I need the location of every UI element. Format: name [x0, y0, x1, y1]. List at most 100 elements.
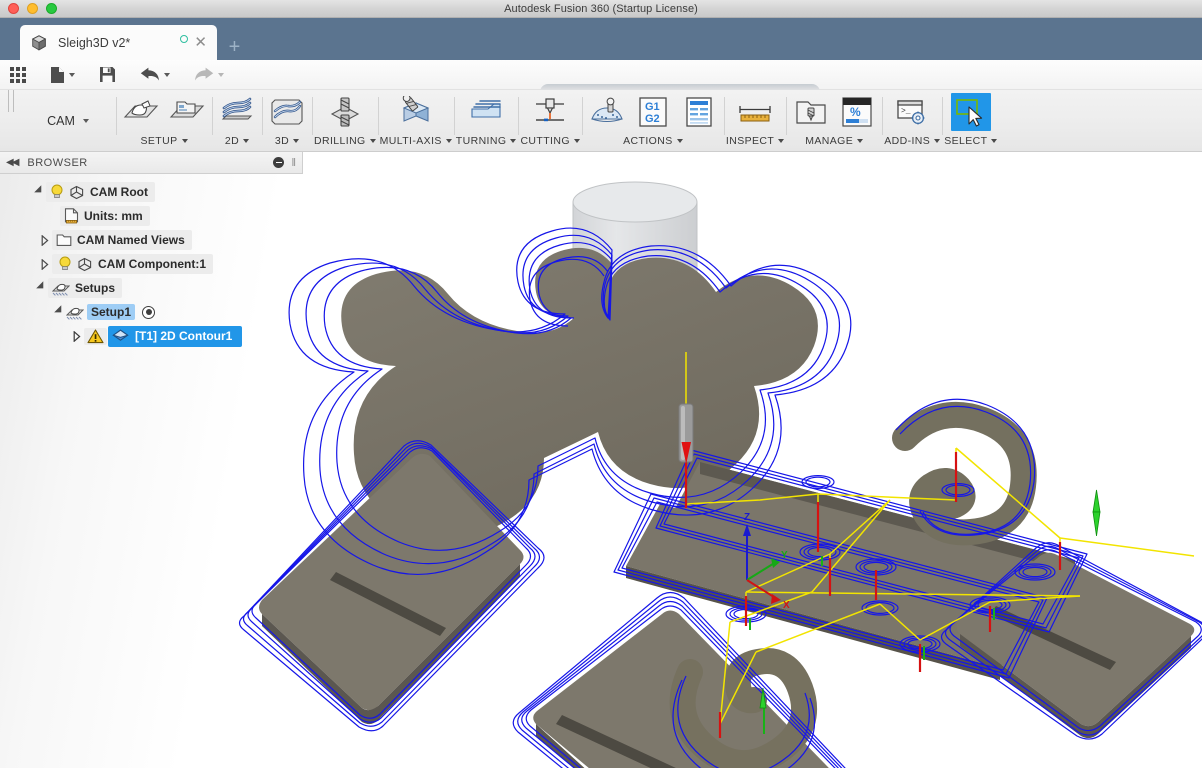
ribbon-panel-turning-label[interactable]: TURNING: [456, 132, 517, 150]
setup-folder-icon: [52, 283, 70, 296]
folder-icon: [56, 234, 72, 246]
select-cursor-icon: [956, 99, 982, 127]
chevron-down-icon: [164, 72, 170, 77]
close-tab-button[interactable]: ✕: [192, 35, 209, 50]
collapse-browser-icon[interactable]: ◀◀: [6, 157, 19, 168]
light-bulb-icon[interactable]: [58, 256, 72, 272]
units-document-icon: [64, 208, 79, 224]
ribbon-panel-cutting-label[interactable]: CUTTING: [520, 132, 580, 150]
chevron-down-icon: [181, 139, 188, 143]
component-icon: [70, 185, 84, 199]
cutting-button[interactable]: [527, 92, 573, 132]
chevron-down-icon: [934, 139, 941, 143]
ribbon-panel-cutting: CUTTING: [518, 90, 581, 151]
drilling-icon: [330, 97, 359, 127]
simulate-button[interactable]: [584, 92, 630, 132]
document-tab[interactable]: Sleigh3D v2* ✕: [20, 25, 217, 60]
machining-time-button[interactable]: %: [834, 92, 880, 132]
expand-twisty-icon[interactable]: [52, 300, 66, 324]
tree-item-setup1[interactable]: Setup1: [0, 300, 303, 324]
post-process-button[interactable]: G1 G2: [630, 92, 676, 132]
tree-item-cam-component-1[interactable]: CAM Component:1: [0, 252, 303, 276]
browser-title: BROWSER: [27, 156, 88, 169]
ribbon-panel-inspect-label[interactable]: INSPECT: [726, 132, 785, 150]
redo-button[interactable]: [187, 61, 231, 89]
tree-label: CAM Component:1: [98, 257, 206, 271]
tool-library-button[interactable]: [788, 92, 834, 132]
simulate-icon: [591, 97, 623, 122]
ribbon-panel-actions-label[interactable]: ACTIONS: [623, 132, 683, 150]
chevron-down-icon: [778, 139, 785, 143]
ribbon-panel-3d-label[interactable]: 3D: [275, 132, 300, 150]
window-title: Autodesk Fusion 360 (Startup License): [504, 2, 698, 15]
active-setup-radio-icon[interactable]: [142, 305, 156, 319]
expand-twisty-icon[interactable]: [38, 228, 52, 252]
ribbon-panel-multiaxis: MULTI-AXIS: [377, 90, 454, 151]
tree-item-setups[interactable]: Setups: [0, 276, 303, 300]
ribbon-panel-multiaxis-label[interactable]: MULTI-AXIS: [380, 132, 452, 150]
browser-resize-grip[interactable]: ‖: [291, 157, 296, 169]
browser-tree: CAM Root Units: mm CAM Named Views CAM C…: [0, 174, 303, 348]
workspace-selector[interactable]: CAM: [20, 90, 116, 151]
light-bulb-icon[interactable]: [50, 184, 64, 200]
tree-label: Setup1: [91, 305, 132, 319]
ribbon-panel-setup-label[interactable]: SETUP: [140, 132, 188, 150]
setup-sheet-icon: [686, 97, 712, 127]
browser-header: ◀◀ BROWSER ‖: [0, 152, 303, 174]
chevron-down-icon: [293, 139, 300, 143]
tree-item-units[interactable]: Units: mm: [0, 204, 303, 228]
new-tab-button[interactable]: +: [220, 32, 249, 62]
expand-twisty-icon[interactable]: [32, 180, 46, 204]
turning-button[interactable]: [463, 92, 509, 132]
app-grid-button[interactable]: [0, 61, 33, 89]
expand-twisty-icon[interactable]: [70, 324, 84, 348]
save-button[interactable]: [92, 61, 123, 89]
tree-item-cam-root[interactable]: CAM Root: [0, 180, 303, 204]
ribbon-panel-manage-label[interactable]: MANAGE: [805, 132, 864, 150]
browser-panel: ◀◀ BROWSER ‖ CAM Root Units: mm CAM Name…: [0, 152, 303, 348]
save-icon: [100, 67, 115, 82]
file-menu-button[interactable]: [43, 61, 82, 89]
tree-item-cam-named-views[interactable]: CAM Named Views: [0, 228, 303, 252]
measure-button[interactable]: [732, 92, 778, 132]
machined-part: [259, 247, 1195, 768]
toolpath-3d-button[interactable]: [264, 92, 310, 132]
ribbon-panel-actions: G1 G2 ACTIONS: [581, 90, 724, 151]
select-button[interactable]: [948, 92, 994, 132]
title-bar: Autodesk Fusion 360 (Startup License): [0, 0, 1202, 18]
chevron-down-icon: [510, 139, 517, 143]
ribbon-panel-2d-label[interactable]: 2D: [225, 132, 250, 150]
ribbon-panel-drilling-label[interactable]: DRILLING: [314, 132, 376, 150]
turning-icon: [471, 100, 501, 118]
multiaxis-button[interactable]: [393, 92, 439, 132]
document-tab-label: Sleigh3D v2*: [58, 35, 131, 50]
cutting-tool: [678, 403, 694, 464]
tree-item-t1-2d-contour1[interactable]: [T1] 2D Contour1: [0, 324, 303, 348]
chevron-down-icon: [676, 139, 683, 143]
addins-button[interactable]: >_: [889, 92, 935, 132]
undo-button[interactable]: [133, 61, 177, 89]
axis-label-z: Z: [744, 512, 750, 523]
ribbon-panel-addins-label[interactable]: ADD-INS: [884, 132, 941, 150]
2d-toolpath-icon: [221, 97, 253, 120]
drilling-button[interactable]: [322, 92, 368, 132]
ribbon-panel-turning: TURNING: [453, 90, 519, 151]
toolpath-2d-button[interactable]: [214, 92, 260, 132]
expand-twisty-icon[interactable]: [38, 252, 52, 276]
setup-folder-button[interactable]: [164, 92, 210, 132]
cube-icon: [31, 34, 47, 51]
ribbon-panel-inspect: INSPECT: [723, 90, 786, 151]
postprocess-g1g2-icon: G1 G2: [639, 97, 667, 127]
new-setup-button[interactable]: [118, 92, 164, 132]
cutting-icon: [536, 98, 565, 122]
expand-twisty-icon[interactable]: [34, 276, 48, 300]
ribbon-panel-3d: 3D: [262, 90, 312, 151]
ribbon-panel-select-label[interactable]: SELECT: [944, 132, 998, 150]
ribbon-panel-select: SELECT: [942, 90, 999, 151]
workspace-label: CAM: [47, 113, 75, 128]
svg-text:G1: G1: [645, 101, 660, 113]
setup-sheet-button[interactable]: [676, 92, 722, 132]
toolpath-icon: [112, 329, 129, 341]
minus-circle-icon[interactable]: [273, 157, 285, 168]
ribbon-drag-grip[interactable]: [8, 90, 14, 112]
